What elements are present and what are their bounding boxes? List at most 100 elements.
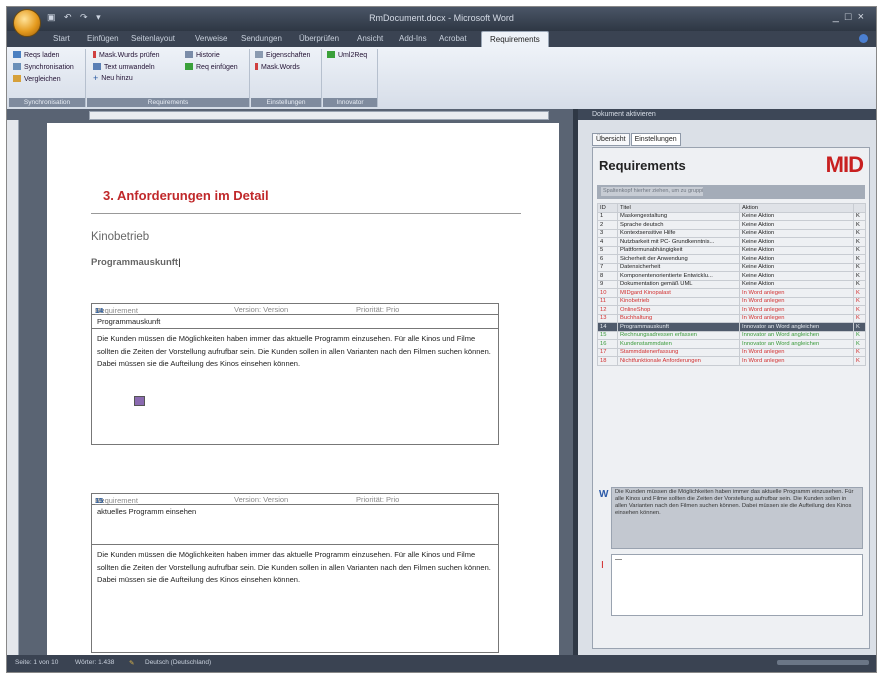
eigenschaften-button[interactable]: Eigenschaften bbox=[255, 51, 310, 59]
cell-action: Keine Aktion bbox=[739, 220, 854, 230]
historie-button[interactable]: Historie bbox=[185, 51, 220, 59]
text-umwandeln-button[interactable]: Text umwandeln bbox=[93, 63, 155, 71]
tab-einstellungen[interactable]: Einstellungen bbox=[630, 133, 681, 146]
table-row[interactable]: 15 Rechnungsadressen erfassen Innovator an… bbox=[597, 330, 866, 340]
word-window: ▣ ↶ ↷ ▾ RmDocument.docx - Microsoft Word… bbox=[6, 6, 877, 673]
table-row[interactable]: 9 Dokumentation gemäß UML Keine Aktion K bbox=[597, 279, 866, 289]
column-header-id[interactable]: ID bbox=[597, 203, 618, 213]
cell-action: Keine Aktion bbox=[739, 245, 854, 255]
vertical-ruler[interactable] bbox=[7, 120, 19, 655]
cell-title: Kinobetrieb bbox=[617, 296, 740, 306]
convert-icon bbox=[93, 63, 101, 70]
requirement-table[interactable]: Requirement ID: 15 Version: Version Prio… bbox=[91, 493, 499, 653]
cell-k: K bbox=[853, 339, 866, 349]
object-icon[interactable] bbox=[134, 396, 145, 406]
cell-action: In Word anlegen bbox=[739, 313, 854, 323]
ruler-bar bbox=[7, 109, 576, 120]
cell-title: Sprache deutsch bbox=[617, 220, 740, 230]
cell-k: K bbox=[853, 356, 866, 366]
tab-add-ins[interactable]: Add-Ins bbox=[399, 34, 427, 43]
cell-title: Plattformunabhängigkeit bbox=[617, 245, 740, 255]
language-indicator[interactable]: Deutsch (Deutschland) bbox=[145, 659, 211, 666]
load-icon bbox=[13, 51, 21, 58]
status-bar: Seite: 1 von 10 Wörter: 1.438 ✎ Deutsch … bbox=[7, 655, 876, 672]
tab-uebersicht[interactable]: Übersicht bbox=[592, 133, 630, 146]
cell-id: 6 bbox=[597, 254, 618, 264]
table-row[interactable]: 16 Kundenstammdaten Innovator an Word angl… bbox=[597, 339, 866, 349]
word-count[interactable]: Wörter: 1.438 bbox=[75, 659, 114, 666]
table-row[interactable]: 4 Nutzbarkeit mit PC- Grundkenntnis... Kei… bbox=[597, 237, 866, 247]
cell-title: Sicherheit der Anwendung bbox=[617, 254, 740, 264]
table-row[interactable]: 11 Kinobetrieb In Word anlegen K bbox=[597, 296, 866, 306]
insert-icon bbox=[185, 63, 193, 70]
table-row[interactable]: 5 Plattformunabhängigkeit Keine Aktion K bbox=[597, 245, 866, 255]
maximize-icon[interactable]: □ bbox=[845, 11, 858, 23]
reqs-laden-button[interactable]: Reqs laden bbox=[13, 51, 59, 59]
office-button[interactable] bbox=[13, 9, 41, 37]
vergleichen-button[interactable]: Vergleichen bbox=[13, 75, 61, 83]
horizontal-ruler[interactable] bbox=[89, 111, 549, 120]
column-header-titel[interactable]: Titel bbox=[617, 203, 740, 213]
help-icon[interactable] bbox=[859, 34, 868, 43]
sync-icon bbox=[13, 63, 21, 70]
group-einstellungen: Eigenschaften Mask.Words Einstellungen bbox=[251, 49, 322, 107]
tab-ansicht[interactable]: Ansicht bbox=[357, 34, 383, 43]
cell-k: K bbox=[853, 211, 866, 221]
requirement-header: Requirement ID: 15 Version: Version Prio… bbox=[92, 494, 498, 505]
cell-k: K bbox=[853, 305, 866, 315]
table-row[interactable]: 18 Nichtfunktionale Anforderungen In Word … bbox=[597, 356, 866, 366]
close-icon[interactable]: × bbox=[858, 11, 870, 23]
req-einfuegen-button[interactable]: Req einfügen bbox=[185, 63, 238, 71]
table-row[interactable]: 13 Buchhaltung In Word anlegen K bbox=[597, 313, 866, 323]
cell-k: K bbox=[853, 279, 866, 289]
mask-words-button[interactable]: Mask.Words bbox=[255, 63, 300, 71]
neu-hinzu-button[interactable]: + Neu hinzu bbox=[93, 74, 133, 83]
group-by-bar[interactable]: Spaltenkopf hierher ziehen, um zu gruppi… bbox=[597, 185, 865, 199]
proofing-icon[interactable]: ✎ bbox=[129, 659, 134, 667]
cell-action: In Word anlegen bbox=[739, 296, 854, 306]
window-controls[interactable]: _□× bbox=[833, 11, 870, 23]
tab-seitenlayout[interactable]: Seitenlayout bbox=[131, 34, 175, 43]
synchronisation-button[interactable]: Synchronisation bbox=[13, 63, 74, 71]
title-bar: ▣ ↶ ↷ ▾ RmDocument.docx - Microsoft Word… bbox=[7, 7, 876, 31]
cell-action: Keine Aktion bbox=[739, 211, 854, 221]
requirement-priority: Priorität: Prio bbox=[356, 305, 400, 314]
tab-requirements[interactable]: Requirements bbox=[481, 31, 549, 48]
table-row[interactable]: 12 OnlineShop In Word anlegen K bbox=[597, 305, 866, 315]
requirements-grid[interactable]: ID Titel Aktion 1 Maskengestaltung Keine A… bbox=[597, 203, 866, 366]
tab-ueberpruefen[interactable]: Überprüfen bbox=[299, 34, 339, 43]
tab-einfuegen[interactable]: Einfügen bbox=[87, 34, 119, 43]
column-header-aktion[interactable]: Aktion bbox=[739, 203, 854, 213]
requirement-description: Die Kunden müssen die Möglichkeiten habe… bbox=[97, 334, 491, 368]
table-row[interactable]: 3 Kontextsensitive Hilfe Keine Aktion K bbox=[597, 228, 866, 238]
group-label: Einstellungen bbox=[251, 98, 321, 107]
table-row[interactable]: 2 Sprache deutsch Keine Aktion K bbox=[597, 220, 866, 230]
uml-icon bbox=[327, 51, 335, 58]
column-header-k[interactable] bbox=[853, 203, 866, 213]
innovator-text-box[interactable]: — bbox=[611, 554, 863, 616]
table-row[interactable]: 17 Stammdatenerfassung In Word anlegen K bbox=[597, 347, 866, 357]
table-row[interactable]: 1 Maskengestaltung Keine Aktion K bbox=[597, 211, 866, 221]
tab-verweise[interactable]: Verweise bbox=[195, 34, 227, 43]
minimize-icon[interactable]: _ bbox=[833, 11, 845, 23]
requirement-id: 15 bbox=[95, 496, 104, 505]
table-row[interactable]: 10 MIDgard Kinopalast In Word anlegen K bbox=[597, 288, 866, 298]
cell-k: K bbox=[853, 313, 866, 323]
mask-words-check-button[interactable]: Mask.Wurds prüfen bbox=[93, 51, 160, 59]
cell-title: Nichtfunktionale Anforderungen bbox=[617, 356, 740, 366]
requirement-table[interactable]: Requirement ID: 14 Version: Version Prio… bbox=[91, 303, 499, 445]
table-row[interactable]: 14 Programmauskunft Innovator an Word angl… bbox=[597, 322, 866, 332]
table-row[interactable]: 8 Komponentenorientierte Entwicklu... Kein… bbox=[597, 271, 866, 281]
uml2req-button[interactable]: Uml2Req bbox=[327, 51, 367, 59]
table-row[interactable]: 7 Datensicherheit Keine Aktion K bbox=[597, 262, 866, 272]
heading-rule bbox=[91, 213, 521, 214]
page-indicator[interactable]: Seite: 1 von 10 bbox=[15, 659, 58, 666]
tab-sendungen[interactable]: Sendungen bbox=[241, 34, 282, 43]
cell-id: 8 bbox=[597, 271, 618, 281]
tab-acrobat[interactable]: Acrobat bbox=[439, 34, 467, 43]
word-text-box[interactable]: Die Kunden müssen die Möglichkeiten habe… bbox=[611, 487, 863, 549]
table-row[interactable]: 6 Sicherheit der Anwendung Keine Aktion K bbox=[597, 254, 866, 264]
tab-start[interactable]: Start bbox=[53, 34, 70, 43]
zoom-slider[interactable] bbox=[777, 660, 869, 665]
document-page[interactable]: 3. Anforderungen im Detail Kinobetrieb P… bbox=[47, 123, 559, 655]
